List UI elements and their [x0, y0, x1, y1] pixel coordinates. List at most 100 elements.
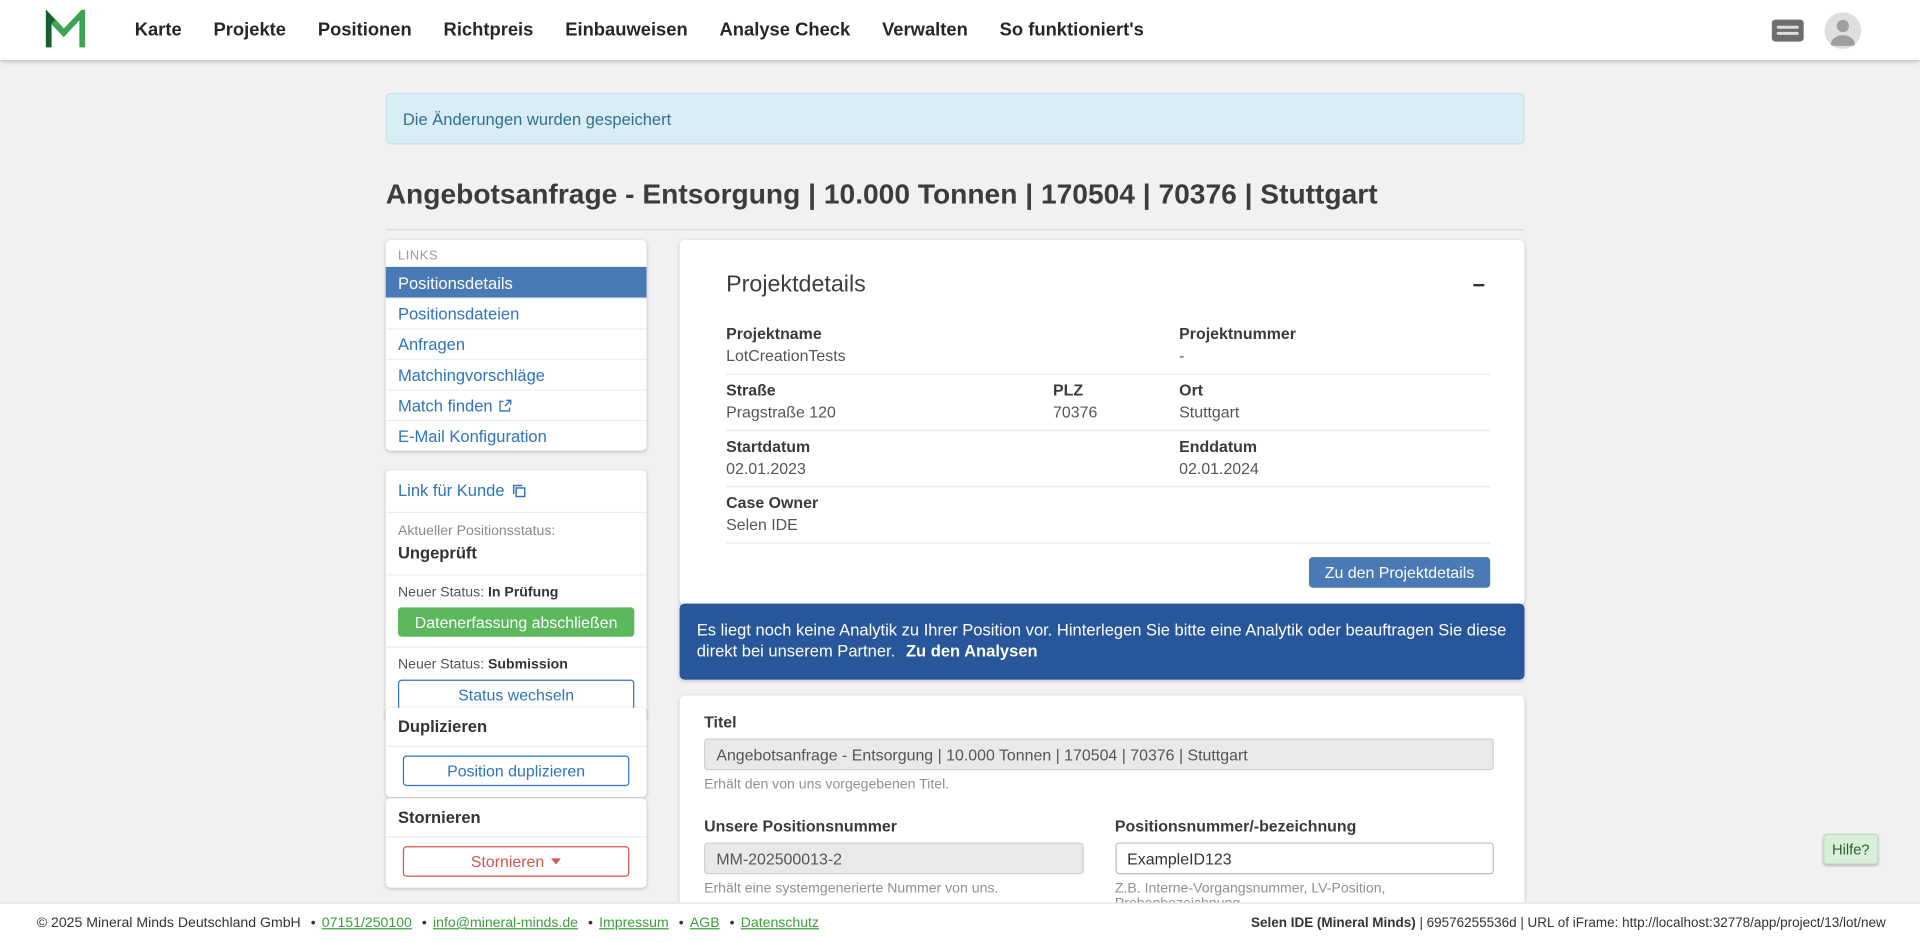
titel-label: Titel	[704, 713, 1494, 731]
change-status-button[interactable]: Status wechseln	[398, 680, 634, 711]
next-status-value: In Prüfung	[488, 585, 558, 600]
duplicate-panel-body: Position duplizieren	[386, 747, 647, 797]
footer-user: Selen IDE (Mineral Minds)	[1251, 916, 1416, 931]
customer-link-label: Link für Kunde	[398, 481, 505, 499]
project-row-owner: Case Owner Selen IDE	[726, 487, 1490, 543]
nav-item-so-funktionierts[interactable]: So funktioniert's	[1000, 20, 1144, 41]
footer-left: © 2025 Mineral Minds Deutschland GmbH • 0…	[37, 916, 819, 931]
project-row-address: Straße Pragstraße 120 PLZ 70376 Ort Stut…	[726, 375, 1490, 431]
footer-session: | 69576255536d | URL of iFrame: http://l…	[1416, 916, 1886, 931]
separator-dot: •	[588, 916, 593, 931]
user-avatar[interactable]	[1824, 12, 1861, 49]
cancel-button-label: Stornieren	[471, 852, 544, 870]
field-value: 70376	[1053, 403, 1179, 421]
sidebar-item-label: E-Mail Konfiguration	[398, 427, 547, 445]
field-label: Projektnummer	[1179, 324, 1490, 342]
our-number-input[interactable]	[704, 842, 1083, 874]
server-glyph	[1771, 18, 1805, 42]
next-status-label: Neuer Status:	[398, 658, 484, 673]
sidebar-item-email-konfiguration[interactable]: E-Mail Konfiguration	[386, 420, 647, 451]
nav-item-einbauweisen[interactable]: Einbauweisen	[565, 20, 687, 41]
field-enddatum: Enddatum 02.01.2024	[1179, 437, 1490, 477]
logo-icon	[44, 10, 86, 49]
field-label: Projektname	[726, 324, 1179, 342]
next-status-value: Submission	[488, 658, 568, 673]
our-number-help: Erhält eine systemgenerierte Nummer von …	[704, 882, 1083, 897]
title-divider	[386, 229, 1525, 230]
footer-link-impressum[interactable]: Impressum	[599, 916, 669, 931]
nav-item-karte[interactable]: Karte	[135, 20, 182, 41]
footer-link-email[interactable]: info@mineral-minds.de	[433, 916, 578, 931]
cancel-dropdown-button[interactable]: Stornieren	[403, 846, 630, 877]
custom-number-input[interactable]	[1115, 842, 1494, 874]
sidebar-item-match-finden[interactable]: Match finden	[386, 389, 647, 420]
field-startdatum: Startdatum 02.01.2023	[726, 437, 1179, 477]
analytics-link[interactable]: Zu den Analysen	[906, 642, 1038, 660]
field-label: Startdatum	[726, 437, 1179, 455]
footer-session-info: Selen IDE (Mineral Minds) | 69576255536d…	[1251, 916, 1886, 931]
server-icon[interactable]	[1771, 18, 1805, 42]
main-nav: Karte Projekte Positionen Richtpreis Ein…	[135, 0, 1144, 60]
footer-link-phone[interactable]: 07151/250100	[322, 916, 412, 931]
sidebar-item-label: Match finden	[398, 396, 493, 414]
sidebar-item-label: Positionsdateien	[398, 304, 519, 322]
nav-item-analyse-check[interactable]: Analyse Check	[720, 20, 851, 41]
page-title: Angebotsanfrage - Entsorgung | 10.000 To…	[386, 178, 1525, 211]
sidebar-item-matchingvorschlaege[interactable]: Matchingvorschläge	[386, 359, 647, 390]
nav-item-projekte[interactable]: Projekte	[214, 20, 286, 41]
our-number-label: Unsere Positionsnummer	[704, 817, 1083, 835]
footer-link-datenschutz[interactable]: Datenschutz	[741, 916, 819, 931]
cancel-panel-body: Stornieren	[386, 838, 647, 888]
field-value: -	[1179, 347, 1490, 365]
collapse-icon[interactable]: −	[1468, 274, 1491, 296]
mineral-minds-logo[interactable]	[44, 10, 86, 55]
duplicate-panel: Duplizieren Position duplizieren	[386, 708, 647, 797]
next-status-label: Neuer Status:	[398, 585, 484, 600]
current-status-value: Ungeprüft	[398, 544, 634, 562]
field-label: Enddatum	[1179, 437, 1490, 455]
field-label: Ort	[1179, 381, 1490, 399]
project-row-dates: Startdatum 02.01.2023 Enddatum 02.01.202…	[726, 431, 1490, 487]
complete-data-entry-button[interactable]: Datenerfassung abschließen	[398, 607, 634, 636]
duplicate-panel-title: Duplizieren	[386, 708, 647, 747]
footer-link-agb[interactable]: AGB	[690, 916, 720, 931]
separator-dot: •	[730, 916, 735, 931]
top-navbar: Karte Projekte Positionen Richtpreis Ein…	[0, 0, 1920, 60]
field-label: Case Owner	[726, 493, 1490, 511]
field-case-owner: Case Owner Selen IDE	[726, 493, 1490, 533]
go-to-project-details-button[interactable]: Zu den Projektdetails	[1309, 557, 1490, 588]
copy-icon	[512, 483, 527, 498]
field-label: PLZ	[1053, 381, 1179, 399]
analytics-banner: Es liegt noch keine Analytik zu Ihrer Po…	[680, 604, 1525, 680]
separator-dot: •	[679, 916, 684, 931]
titel-input[interactable]	[704, 738, 1494, 770]
sidebar-item-positionsdetails[interactable]: Positionsdetails	[386, 267, 647, 298]
project-details-header: Projektdetails −	[726, 240, 1490, 318]
customer-link[interactable]: Link für Kunde	[398, 479, 634, 502]
field-value: Stuttgart	[1179, 403, 1490, 421]
footer: © 2025 Mineral Minds Deutschland GmbH • 0…	[0, 902, 1920, 942]
next-status-line: Neuer Status: Submission	[398, 658, 634, 673]
field-value: Selen IDE	[726, 516, 1490, 534]
current-status-label: Aktueller Positionsstatus:	[398, 524, 634, 539]
project-details-actions: Zu den Projektdetails	[726, 544, 1490, 588]
sidebar-links-card: LINKS Positionsdetails Positionsdateien …	[386, 240, 647, 451]
help-button[interactable]: Hilfe?	[1823, 834, 1878, 865]
duplicate-position-button[interactable]: Position duplizieren	[403, 756, 630, 787]
sidebar-item-label: Matchingvorschläge	[398, 366, 545, 384]
project-details-title: Projektdetails	[726, 272, 866, 299]
success-alert: Die Änderungen wurden gespeichert	[386, 93, 1525, 144]
caret-down-icon	[552, 858, 562, 864]
nav-item-positionen[interactable]: Positionen	[318, 20, 412, 41]
position-form-card: Titel Erhält den von uns vorgegebenen Ti…	[680, 696, 1525, 903]
next-status-section-1: Neuer Status: In Prüfung Datenerfassung …	[386, 576, 647, 648]
copyright-text: © 2025 Mineral Minds Deutschland GmbH	[37, 916, 301, 931]
status-panel: Link für Kunde Aktueller Positionsstatus…	[386, 470, 647, 720]
sidebar-item-anfragen[interactable]: Anfragen	[386, 328, 647, 359]
nav-item-verwalten[interactable]: Verwalten	[882, 20, 968, 41]
sidebar-item-positionsdateien[interactable]: Positionsdateien	[386, 298, 647, 329]
nav-item-richtpreis[interactable]: Richtpreis	[444, 20, 534, 41]
navbar-right	[1771, 0, 1862, 60]
field-projektname: Projektname LotCreationTests	[726, 324, 1179, 364]
titel-help: Erhält den von uns vorgegebenen Titel.	[704, 778, 1494, 793]
